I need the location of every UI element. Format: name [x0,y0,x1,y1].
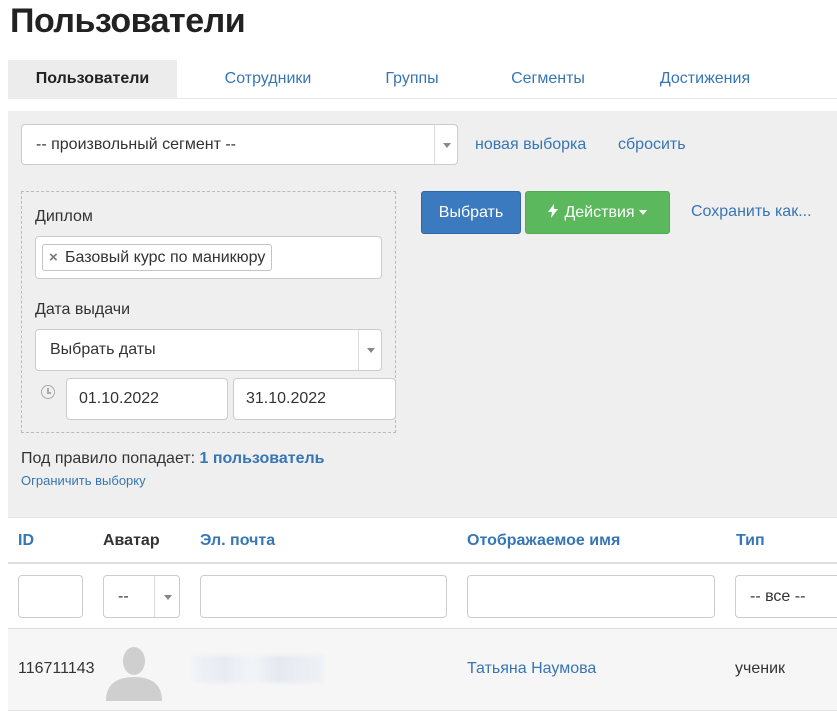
email-redacted [192,655,324,683]
segment-select-value: -- произвольный сегмент -- [36,136,236,153]
date-to-input[interactable]: 31.10.2022 [233,378,396,420]
clock-icon [41,385,55,399]
page-title: Пользователи [10,2,246,40]
reset-link[interactable]: сбросить [618,136,686,154]
table-filter-row: -- -- все -- [8,564,837,629]
date-mode-select[interactable]: Выбрать даты [35,329,382,371]
tab-users[interactable]: Пользователи [8,60,177,99]
chevron-down-icon [434,125,457,164]
diploma-tag-label: Базовый курс по маникюру [65,249,266,266]
remove-tag-icon[interactable]: × [49,245,58,270]
column-email[interactable]: Эл. почта [200,532,275,550]
row-id: 116711143 [18,660,95,677]
tab-employees[interactable]: Сотрудники [197,60,339,99]
date-mode-value: Выбрать даты [50,341,156,358]
caret-down-icon [638,210,647,215]
rule-count-link[interactable]: 1 пользователь [200,450,325,467]
select-button[interactable]: Выбрать [421,191,521,234]
diploma-label: Диплом [35,208,93,225]
tab-achievements[interactable]: Достижения [636,60,774,99]
rule-count: Под правило попадает: 1 пользователь [21,450,325,468]
actions-button-label: Действия [564,204,635,221]
tabs-bar: Пользователи Сотрудники Группы Сегменты … [8,60,837,99]
issue-date-label: Дата выдачи [35,301,131,318]
avatar-filter-select[interactable]: -- [103,575,180,618]
new-selection-link[interactable]: новая выборка [475,136,586,154]
type-filter-select[interactable]: -- все -- [735,575,837,618]
row-type: ученик [735,660,786,677]
type-filter-value: -- все -- [750,588,806,605]
chevron-down-icon [154,576,179,617]
avatar-placeholder-icon [106,647,162,701]
date-from-input[interactable]: 01.10.2022 [66,378,228,420]
column-type[interactable]: Тип [736,532,765,550]
table-row[interactable]: 116711143 Татьяна Наумова ученик [8,629,837,711]
save-as-link[interactable]: Сохранить как... [691,203,812,221]
row-display-name[interactable]: Татьяна Наумова [467,660,596,678]
avatar-filter-value: -- [118,588,129,605]
filter-panel: -- произвольный сегмент -- новая выборка… [8,111,837,517]
column-display-name[interactable]: Отображаемое имя [467,532,620,550]
display-name-filter-input[interactable] [467,575,715,618]
id-filter-input[interactable] [18,575,83,618]
column-avatar: Аватар [103,532,160,549]
email-filter-input[interactable] [200,575,447,618]
table-header: ID Аватар Эл. почта Отображаемое имя Тип [8,517,837,564]
column-id[interactable]: ID [18,532,34,550]
chevron-down-icon [358,330,381,370]
tab-groups[interactable]: Группы [362,60,462,99]
diploma-tag-input[interactable]: × Базовый курс по маникюру [35,236,382,279]
rule-box: Диплом × Базовый курс по маникюру Дата в… [21,191,396,433]
bolt-icon [548,204,559,218]
limit-selection-link[interactable]: Ограничить выборку [21,473,146,488]
diploma-tag: × Базовый курс по маникюру [42,244,273,271]
segment-select[interactable]: -- произвольный сегмент -- [21,124,458,165]
rule-count-prefix: Под правило попадает: [21,450,196,467]
actions-button[interactable]: Действия [525,191,670,234]
tab-segments[interactable]: Сегменты [490,60,606,99]
